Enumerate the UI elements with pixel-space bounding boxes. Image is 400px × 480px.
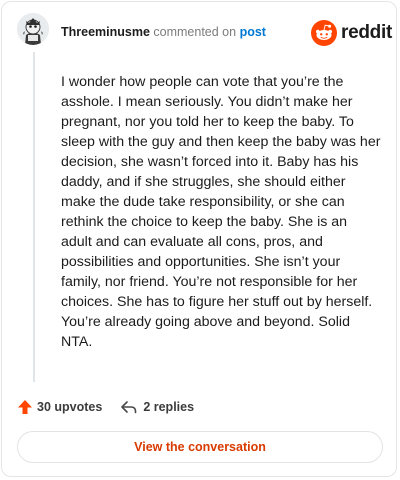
reply-button[interactable]: 2 replies bbox=[120, 399, 194, 415]
comment-actions: 30 upvotes 2 replies bbox=[17, 396, 194, 418]
reddit-logo[interactable]: reddit bbox=[311, 20, 392, 46]
reddit-wordmark: reddit bbox=[341, 22, 392, 43]
reply-arrow-icon bbox=[121, 401, 137, 414]
upvote-count: 30 upvotes bbox=[37, 400, 103, 414]
thread-line[interactable] bbox=[33, 52, 35, 382]
username-link[interactable]: Threeminusme bbox=[61, 25, 150, 39]
comment-body: I wonder how people can vote that you’re… bbox=[61, 74, 381, 350]
reply-count: 2 replies bbox=[143, 400, 195, 414]
comment-header: Threeminusme commented on post bbox=[61, 25, 266, 39]
commented-on-text: commented on bbox=[153, 25, 237, 39]
avatar[interactable] bbox=[17, 13, 49, 45]
snoo-logo-icon bbox=[311, 20, 337, 46]
upvote-arrow-icon bbox=[18, 400, 32, 414]
post-link[interactable]: post bbox=[240, 25, 266, 39]
upvote-button[interactable]: 30 upvotes bbox=[17, 399, 102, 415]
view-conversation-button[interactable]: View the conversation bbox=[17, 431, 383, 463]
snoo-avatar-icon bbox=[17, 13, 49, 45]
